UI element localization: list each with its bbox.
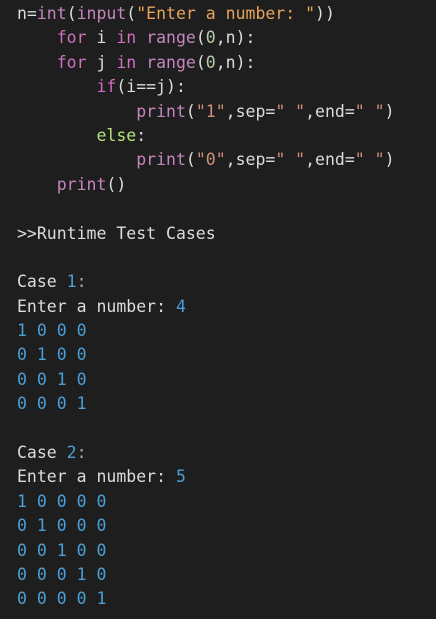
prompt-input: 5: [175, 467, 186, 487]
code-line-5: print("1",sep=" ",end=" "): [17, 100, 436, 124]
string-literal: "0": [195, 150, 226, 170]
builtin-input: input: [76, 4, 127, 23]
case2-output-row: 0 0 0 0 1: [17, 589, 107, 609]
code-line-4: if(i==j):: [17, 75, 436, 99]
number-literal: 0: [205, 52, 216, 72]
code-token: n=: [17, 4, 37, 23]
code-token: (: [126, 4, 137, 23]
prompt-text: Enter a number:: [17, 296, 176, 316]
keyword-for: for: [56, 28, 87, 48]
code-token: ,end=: [305, 150, 355, 170]
code-token: (: [195, 28, 206, 48]
builtin-int: int: [36, 4, 67, 23]
code-line-8: print(): [17, 173, 436, 197]
builtin-print: print: [56, 174, 107, 194]
code-token: ,n):: [215, 28, 256, 48]
case1-output-row: 0 0 1 0: [17, 369, 87, 389]
keyword-if: if: [96, 77, 117, 97]
code-line-6: else:: [17, 124, 436, 148]
string-literal: "Enter a number: ": [136, 4, 316, 23]
case-colon: :: [76, 443, 87, 463]
keyword-else: else: [96, 125, 137, 145]
builtin-print: print: [136, 101, 186, 121]
code-token: (i==j):: [116, 77, 186, 97]
case1-label: Case 1:: [17, 270, 436, 294]
code-token: ,n):: [215, 52, 256, 72]
case-colon: :: [76, 272, 87, 292]
code-token: )): [315, 4, 335, 23]
code-token: ): [384, 101, 395, 121]
code-editor[interactable]: n=int(input("Enter a number: ")) for i i…: [0, 0, 436, 619]
case1-output-row: 0 0 0 1: [17, 394, 87, 414]
code-line-1: n=int(input("Enter a number: ")): [17, 2, 436, 26]
builtin-range: range: [146, 28, 196, 48]
number-literal: 0: [205, 28, 216, 48]
string-literal: " ": [275, 150, 306, 170]
case1-prompt: Enter a number: 4: [17, 295, 436, 319]
case2-output-row: 1 0 0 0 0: [17, 491, 107, 511]
code-token: ,sep=: [225, 150, 276, 170]
keyword-for: for: [56, 52, 87, 72]
code-line-7: print("0",sep=" ",end=" "): [17, 148, 436, 172]
case1-output-row: 1 0 0 0: [17, 321, 87, 341]
runtime-header: >>Runtime Test Cases: [17, 223, 216, 243]
case2-output-row: 0 0 1 0 0: [17, 540, 107, 560]
code-token: (: [195, 52, 206, 72]
builtin-range: range: [146, 52, 196, 72]
code-line-3: for j in range(0,n):: [17, 51, 436, 75]
case1-output-row: 0 1 0 0: [17, 345, 87, 365]
case2-label: Case 2:: [17, 441, 436, 465]
code-token: ,sep=: [225, 101, 276, 121]
code-token: ): [384, 150, 395, 170]
code-token: (): [106, 174, 127, 194]
code-token: (: [185, 150, 196, 170]
case2-output-row: 0 1 0 0 0: [17, 516, 107, 536]
code-token: j: [86, 52, 117, 72]
keyword-in: in: [116, 52, 137, 72]
case-number: 2: [66, 443, 77, 463]
case-number: 1: [66, 272, 77, 292]
builtin-print: print: [136, 150, 186, 170]
prompt-input: 4: [175, 296, 186, 316]
code-token: (: [66, 4, 77, 23]
code-line-2: for i in range(0,n):: [17, 26, 436, 50]
prompt-text: Enter a number:: [17, 467, 176, 487]
string-literal: " ": [354, 150, 385, 170]
string-literal: " ": [354, 101, 385, 121]
code-token: i: [86, 28, 117, 48]
case-label: Case: [17, 272, 67, 292]
string-literal: "1": [195, 101, 226, 121]
string-literal: " ": [275, 101, 306, 121]
code-token: :: [136, 125, 147, 145]
case2-prompt: Enter a number: 5: [17, 465, 436, 489]
keyword-in: in: [116, 28, 137, 48]
case2-output-row: 0 0 0 1 0: [17, 564, 107, 584]
code-token: ,end=: [305, 101, 355, 121]
case-label: Case: [17, 443, 67, 463]
code-token: (: [185, 101, 196, 121]
